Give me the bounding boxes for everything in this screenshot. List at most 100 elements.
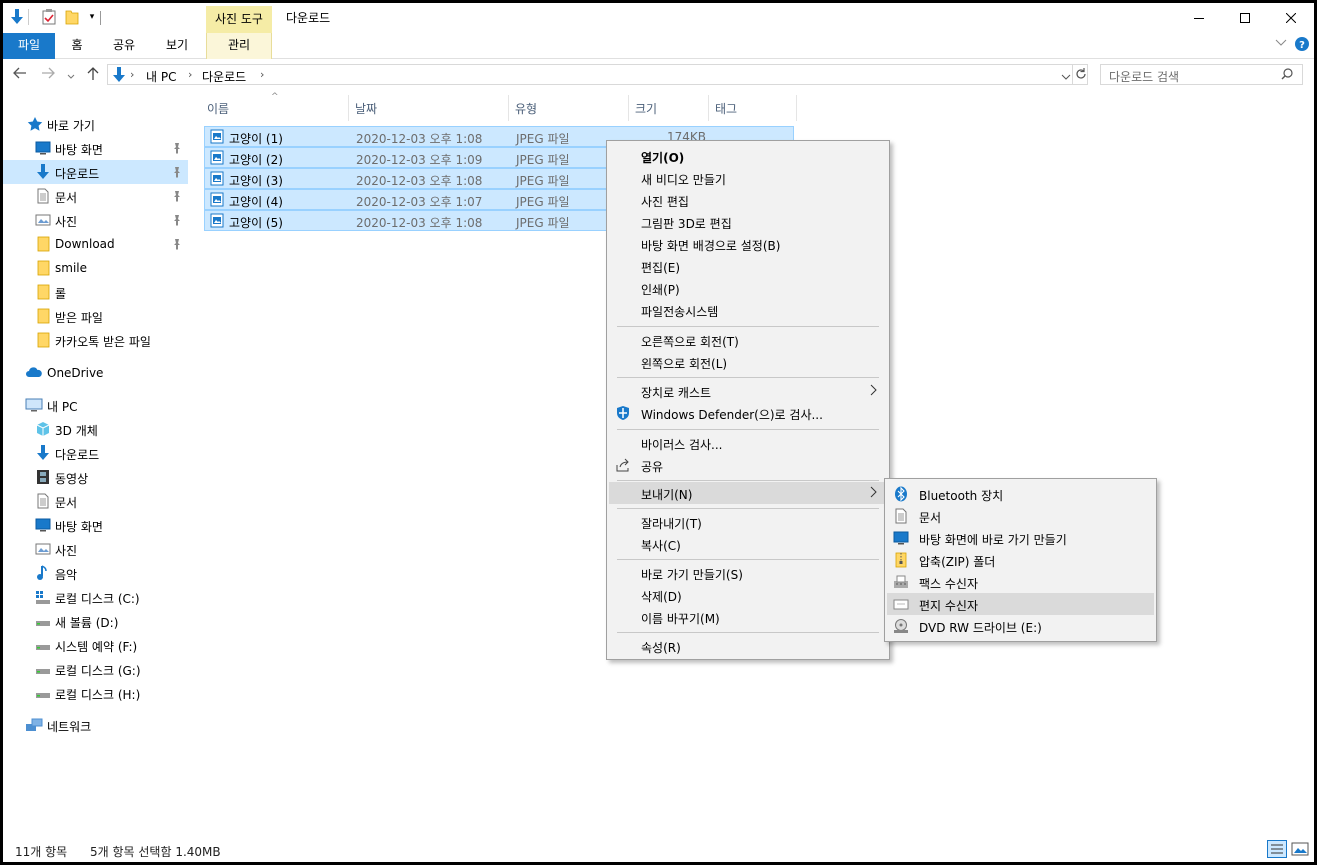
nav-item-kakaotalk-files[interactable]: 카카오톡 받은 파일 [3, 328, 188, 352]
menu-item-copy[interactable]: 복사(C) [609, 533, 887, 555]
menu-item-edit-photo[interactable]: 사진 편집 [609, 189, 887, 211]
nav-item-received-files[interactable]: 받은 파일 [3, 304, 188, 328]
column-divider[interactable] [796, 95, 797, 121]
breadcrumb-separator[interactable]: › [260, 68, 264, 81]
breadcrumb-separator[interactable]: › [188, 68, 192, 81]
breadcrumb-downloads[interactable]: 다운로드 [202, 68, 246, 85]
new-folder-icon[interactable] [63, 8, 81, 26]
nav-item-smile[interactable]: smile [3, 256, 188, 280]
menu-item-set-background[interactable]: 바탕 화면 배경으로 설정(B) [609, 233, 887, 255]
expand-ribbon-chevron-icon[interactable] [1275, 37, 1287, 50]
sendto-bluetooth[interactable]: Bluetooth 장치 [887, 483, 1154, 505]
column-tags[interactable]: 태그 [709, 95, 797, 121]
sendto-dvd-drive[interactable]: DVD RW 드라이브 (E:) [887, 615, 1154, 637]
up-arrow-icon[interactable] [87, 67, 99, 84]
image-file-icon [210, 129, 224, 144]
menu-label: 복사(C) [641, 539, 681, 553]
details-view-icon[interactable] [1267, 840, 1287, 861]
menu-item-rename[interactable]: 이름 바꾸기(M) [609, 606, 887, 628]
menu-item-cast-to-device[interactable]: 장치로 캐스트 [609, 380, 887, 402]
nav-item-lol[interactable]: 롤 [3, 280, 188, 304]
menu-item-rotate-left[interactable]: 왼쪽으로 회전(L) [609, 351, 887, 373]
pin-icon[interactable] [171, 238, 183, 250]
nav-item-drive-c[interactable]: 로컬 디스크 (C:) [3, 585, 188, 609]
menu-item-share[interactable]: 공유 [609, 454, 887, 476]
sendto-desktop-shortcut[interactable]: 바탕 화면에 바로 가기 만들기 [887, 527, 1154, 549]
maximize-button[interactable] [1222, 3, 1268, 33]
nav-item-pictures[interactable]: 사진 [3, 208, 188, 232]
tab-manage[interactable]: 관리 [206, 33, 272, 59]
nav-item-drive-h[interactable]: 로컬 디스크 (H:) [3, 681, 188, 705]
search-icon[interactable] [1281, 68, 1293, 83]
ribbon-tabs: 파일 홈 공유 보기 관리 ? [3, 33, 1314, 59]
nav-item-3d-objects[interactable]: 3D 개체 [3, 417, 188, 441]
nav-item-documents[interactable]: 문서 [3, 184, 188, 208]
folder-icon [35, 332, 51, 348]
menu-item-cut[interactable]: 잘라내기(T) [609, 511, 887, 533]
menu-item-properties[interactable]: 속성(R) [609, 635, 887, 657]
sendto-mail-recipient[interactable]: 편지 수신자 [887, 593, 1154, 615]
menu-item-create-shortcut[interactable]: 바로 가기 만들기(S) [609, 562, 887, 584]
sendto-fax-recipient[interactable]: 팩스 수신자 [887, 571, 1154, 593]
tab-share[interactable]: 공유 [103, 33, 145, 59]
column-name[interactable]: 이름 ^ [201, 92, 349, 121]
sendto-zip-folder[interactable]: 압축(ZIP) 폴더 [887, 549, 1154, 571]
nav-item-videos[interactable]: 동영상 [3, 465, 188, 489]
refresh-icon[interactable] [1075, 67, 1087, 84]
nav-item-drive-f[interactable]: 시스템 예약 (F:) [3, 633, 188, 657]
nav-item-music[interactable]: 음악 [3, 561, 188, 585]
menu-item-virus-scan[interactable]: 바이러스 검사... [609, 432, 887, 454]
nav-network[interactable]: 네트워크 [3, 713, 188, 737]
menu-item-edit[interactable]: 편집(E) [609, 255, 887, 277]
menu-item-file-transfer[interactable]: 파일전송시스템 [609, 299, 887, 321]
column-size[interactable]: 크기 [629, 95, 709, 121]
nav-item-drive-g[interactable]: 로컬 디스크 (G:) [3, 657, 188, 681]
column-type[interactable]: 유형 [509, 95, 629, 121]
breadcrumb-separator[interactable]: › [130, 68, 134, 81]
pin-icon[interactable] [171, 142, 183, 154]
pin-icon[interactable] [171, 214, 183, 226]
tab-file[interactable]: 파일 [3, 33, 55, 59]
address-bar[interactable]: › 내 PC › 다운로드 › [107, 64, 1088, 85]
nav-item-pc-documents[interactable]: 문서 [3, 489, 188, 513]
nav-item-pc-pictures[interactable]: 사진 [3, 537, 188, 561]
nav-item-downloads[interactable]: 다운로드 [3, 160, 188, 184]
sendto-documents[interactable]: 문서 [887, 505, 1154, 527]
address-dropdown-chevron-icon[interactable] [1061, 70, 1071, 84]
minimize-button[interactable] [1176, 3, 1222, 33]
nav-item-download-folder[interactable]: Download [3, 232, 188, 256]
forward-arrow-icon[interactable] [41, 67, 55, 82]
pin-icon[interactable] [171, 166, 183, 178]
help-icon[interactable]: ? [1295, 37, 1309, 54]
nav-item-pc-desktop[interactable]: 바탕 화면 [3, 513, 188, 537]
nav-item-pc-downloads[interactable]: 다운로드 [3, 441, 188, 465]
nav-quick-access[interactable]: 바로 가기 [3, 112, 188, 136]
pin-icon[interactable] [171, 190, 183, 202]
tab-home[interactable]: 홈 [59, 33, 95, 59]
nav-item-drive-d[interactable]: 새 볼륨 (D:) [3, 609, 188, 633]
tab-view[interactable]: 보기 [156, 33, 198, 59]
menu-item-open[interactable]: 열기(O) [609, 145, 887, 167]
menu-item-new-video[interactable]: 새 비디오 만들기 [609, 167, 887, 189]
recent-locations-chevron-icon[interactable] [67, 69, 75, 83]
close-button[interactable] [1268, 3, 1314, 33]
menu-item-paint3d[interactable]: 그림판 3D로 편집 [609, 211, 887, 233]
breadcrumb-this-pc[interactable]: 내 PC [146, 68, 176, 85]
customize-quick-access-icon[interactable]: ▾ [83, 8, 101, 26]
nav-item-desktop[interactable]: 바탕 화면 [3, 136, 188, 160]
nav-this-pc[interactable]: 내 PC [3, 393, 188, 417]
menu-item-send-to[interactable]: 보내기(N) [609, 482, 887, 504]
download-arrow-icon[interactable] [8, 8, 26, 26]
search-input[interactable]: 다운로드 검색 [1100, 64, 1303, 85]
menu-item-delete[interactable]: 삭제(D) [609, 584, 887, 606]
nav-onedrive[interactable]: OneDrive [3, 361, 188, 385]
menu-item-rotate-right[interactable]: 오른쪽으로 회전(T) [609, 329, 887, 351]
nav-label: 3D 개체 [55, 424, 98, 438]
properties-check-icon[interactable] [40, 8, 58, 26]
back-arrow-icon[interactable] [13, 67, 27, 82]
menu-label: 인쇄(P) [641, 283, 680, 297]
large-icons-view-icon[interactable] [1291, 840, 1309, 861]
column-date[interactable]: 날짜 [349, 95, 509, 121]
menu-item-print[interactable]: 인쇄(P) [609, 277, 887, 299]
menu-item-defender-scan[interactable]: Windows Defender(으)로 검사... [609, 402, 887, 424]
